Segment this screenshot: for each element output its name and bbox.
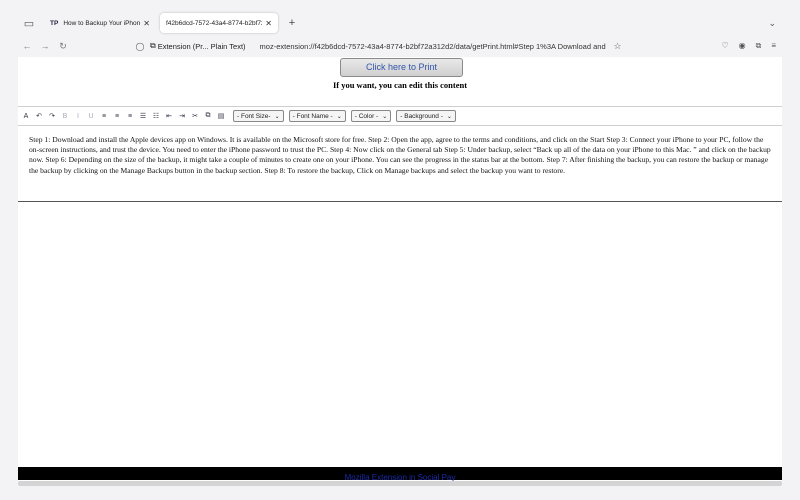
menu-icon[interactable]: ≡ xyxy=(771,41,776,51)
navigation-bar: ← → ↻ ◯ ⧉ Extension (Pr... Plain Text) m… xyxy=(18,35,782,57)
footer-bar: Mozilla Extension in Social Pay xyxy=(18,467,782,482)
undo-icon[interactable]: ↶ xyxy=(33,110,45,122)
italic-icon[interactable]: I xyxy=(72,110,84,122)
extension-identity[interactable]: ⧉ Extension (Pr... Plain Text) xyxy=(150,41,246,51)
format-paint-icon[interactable]: A xyxy=(20,110,32,122)
print-button[interactable]: Click here to Print xyxy=(340,58,463,77)
bold-icon[interactable]: B xyxy=(59,110,71,122)
page-content: Click here to Print If you want, you can… xyxy=(18,57,782,484)
star-icon[interactable]: ☆ xyxy=(614,41,622,52)
editable-content[interactable]: Step 1: Download and install the Apple d… xyxy=(18,135,782,176)
tab-extension-page[interactable]: f42b6dcd-7572-43a4-8774-b2bf72 ✕ xyxy=(160,13,278,33)
font-size-select[interactable]: - Font Size- ⌄ xyxy=(233,110,284,122)
tab-title: f42b6dcd-7572-43a4-8774-b2bf72 xyxy=(166,19,263,27)
tab-list-icon[interactable]: ▭ xyxy=(18,12,40,34)
align-center-icon[interactable]: ≡ xyxy=(111,110,123,122)
font-name-select[interactable]: - Font Name - ⌄ xyxy=(288,110,346,122)
tab-strip: ▭ TP How to Backup Your iPhone Wit ✕ f42… xyxy=(18,12,782,34)
new-tab-button[interactable]: + xyxy=(284,17,300,29)
unordered-list-icon[interactable]: ☷ xyxy=(150,110,162,122)
address-bar[interactable]: moz-extension://f42b6dcd-7572-43a4-8774-… xyxy=(260,42,612,51)
indent-icon[interactable]: ⇥ xyxy=(176,110,188,122)
chevron-down-icon: ⌄ xyxy=(274,113,280,120)
tab-title: How to Backup Your iPhone Wit xyxy=(63,19,141,27)
background-select[interactable]: - Background - ⌄ xyxy=(396,110,456,122)
ordered-list-icon[interactable]: ☰ xyxy=(137,110,149,122)
extension-label: Extension (Pr... Plain Text) xyxy=(157,41,246,51)
tab-favicon: TP xyxy=(50,19,59,27)
extensions-icon[interactable]: ⧉ xyxy=(756,41,762,51)
background-label: - Background - xyxy=(400,112,443,120)
account-icon[interactable]: ◉ xyxy=(739,41,746,51)
toolbar-icons: ♡ ◉ ⧉ ≡ xyxy=(721,41,776,51)
chevron-down-icon: ⌄ xyxy=(382,113,388,120)
font-size-label: - Font Size- xyxy=(237,112,271,120)
editor-toolbar: A ↶ ↷ B I U ≡ ≡ ≡ ☰ ☷ ⇤ ⇥ ✂ ⧉ ▤ - Font S… xyxy=(18,106,782,126)
close-icon[interactable]: ✕ xyxy=(265,19,272,28)
puzzle-icon: ⧉ xyxy=(150,41,156,50)
copy-icon[interactable]: ⧉ xyxy=(202,110,214,122)
forward-arrow-icon[interactable]: → xyxy=(36,41,54,51)
chevron-down-icon[interactable]: ⌄ xyxy=(768,18,776,29)
pocket-icon[interactable]: ♡ xyxy=(721,41,728,51)
outdent-icon[interactable]: ⇤ xyxy=(163,110,175,122)
font-name-label: - Font Name - xyxy=(292,112,333,120)
shield-icon[interactable]: ◯ xyxy=(132,42,148,51)
chevron-down-icon: ⌄ xyxy=(446,113,452,120)
underline-icon[interactable]: U xyxy=(85,110,97,122)
content-divider xyxy=(18,201,782,202)
close-icon[interactable]: ✕ xyxy=(143,19,150,28)
redo-icon[interactable]: ↷ xyxy=(46,110,58,122)
chevron-down-icon: ⌄ xyxy=(336,113,342,120)
color-select[interactable]: - Color - ⌄ xyxy=(350,110,392,122)
tab-how-to-backup[interactable]: TP How to Backup Your iPhone Wit ✕ xyxy=(44,13,156,33)
color-label: - Color - xyxy=(354,112,379,120)
reload-icon[interactable]: ↻ xyxy=(54,41,72,52)
back-arrow-icon[interactable]: ← xyxy=(18,41,36,51)
cut-icon[interactable]: ✂ xyxy=(189,110,201,122)
horizontal-scrollbar[interactable] xyxy=(18,481,782,486)
align-left-icon[interactable]: ≡ xyxy=(98,110,110,122)
paste-icon[interactable]: ▤ xyxy=(215,110,227,122)
align-right-icon[interactable]: ≡ xyxy=(124,110,136,122)
edit-note: If you want, you can edit this content xyxy=(332,80,468,90)
